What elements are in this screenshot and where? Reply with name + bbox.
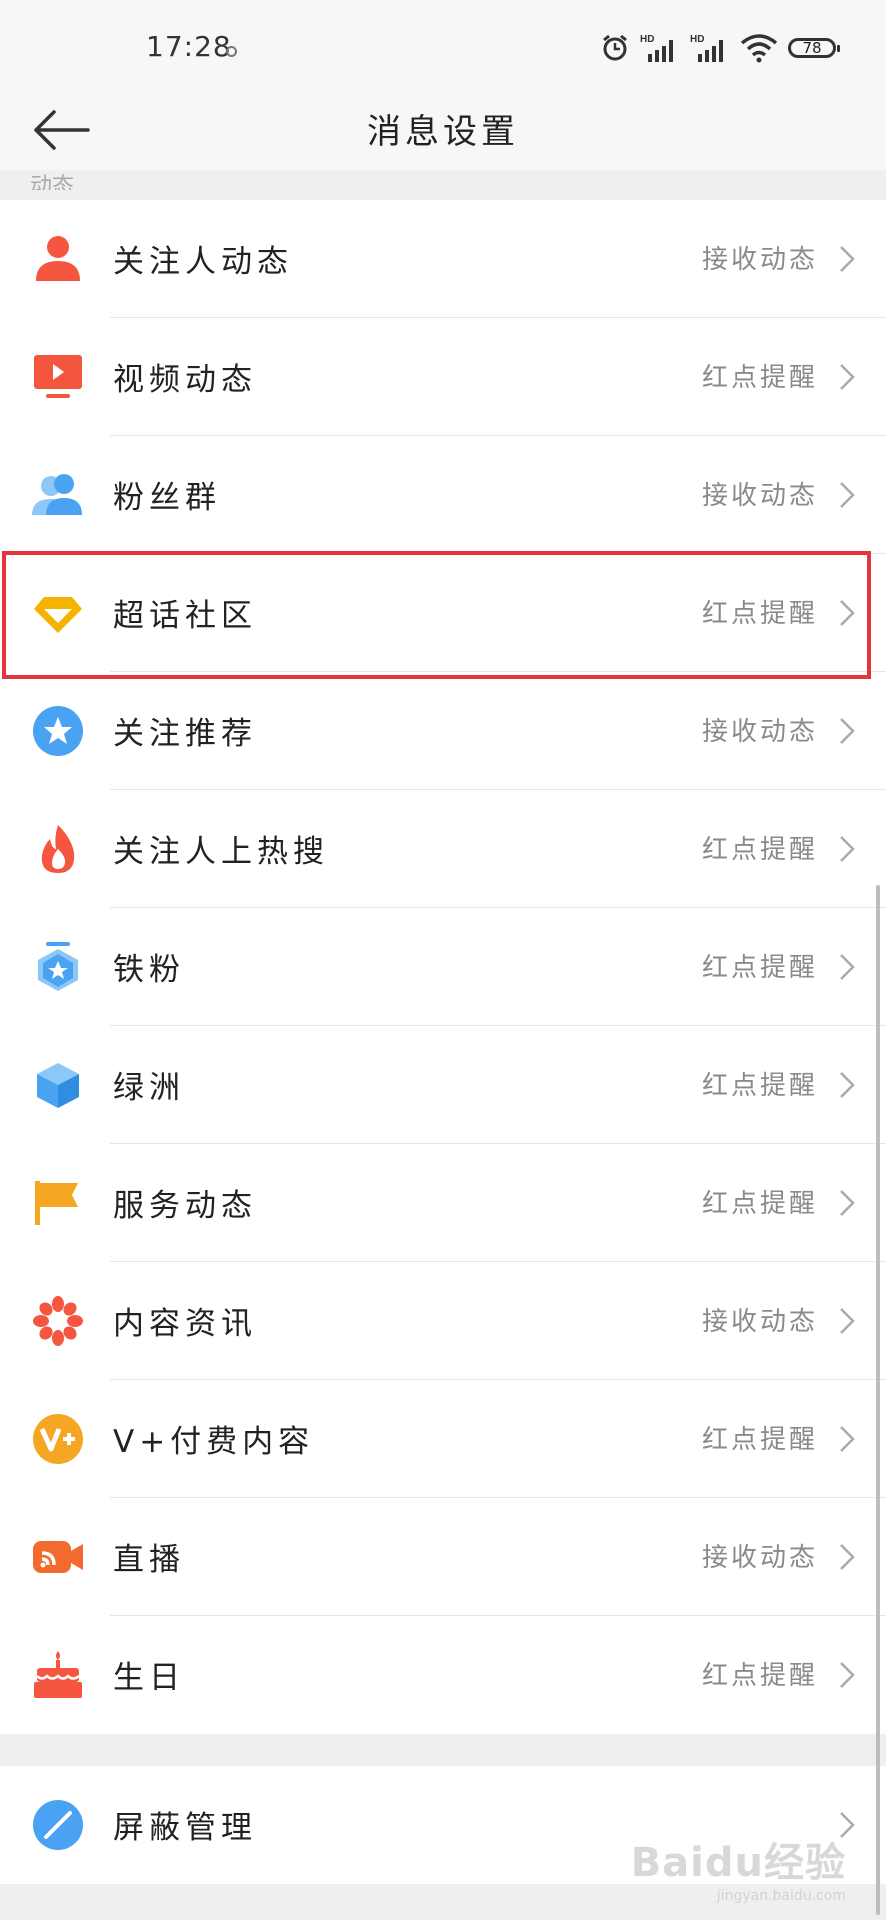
watermark-text: Baidu经验 (630, 1840, 846, 1886)
chevron-right-icon (840, 718, 855, 744)
flower-icon (33, 1296, 83, 1346)
list-item-vplus-paid-content[interactable]: V+付费内容 红点提醒 (0, 1380, 886, 1498)
item-value: 红点提醒 (701, 1071, 818, 1101)
item-value: 红点提醒 (701, 835, 818, 865)
item-value: 红点提醒 (701, 1189, 818, 1219)
list-item-live[interactable]: 直播 接收动态 (0, 1498, 886, 1616)
chevron-right-icon (840, 1072, 855, 1098)
watermark: Baidu经验 jingyan.baidu.com (631, 1830, 846, 1904)
section-label: 动态 (30, 174, 75, 190)
chevron-right-icon (840, 364, 855, 390)
live-camera-icon (33, 1541, 83, 1573)
status-icons: HD HD 78 (600, 30, 840, 66)
item-label: 生日 (113, 1660, 185, 1696)
item-value: 红点提醒 (701, 363, 818, 393)
chevron-right-icon (840, 1426, 855, 1452)
item-value: 接收动态 (701, 717, 818, 747)
nav-bar: 消息设置 (0, 100, 886, 171)
list-item-service-activity[interactable]: 服务动态 红点提醒 (0, 1144, 886, 1262)
cube-icon (37, 1063, 79, 1108)
chevron-right-icon (840, 246, 855, 272)
item-label: 直播 (113, 1542, 185, 1578)
item-value: 接收动态 (701, 1543, 818, 1573)
item-value: 接收动态 (701, 1307, 818, 1337)
svg-text:HD: HD (640, 34, 654, 45)
item-label: V+付费内容 (113, 1424, 315, 1460)
signal-icon-1: HD (640, 34, 673, 62)
sync-icon (226, 46, 237, 57)
item-label: 关注人动态 (113, 244, 293, 280)
block-icon (33, 1800, 83, 1850)
item-label: 粉丝群 (113, 480, 221, 516)
person-icon (36, 236, 80, 281)
list-item-content-news[interactable]: 内容资讯 接收动态 (0, 1262, 886, 1380)
list-item-fan-group[interactable]: 粉丝群 接收动态 (0, 436, 886, 554)
item-value: 红点提醒 (701, 1425, 818, 1455)
chevron-right-icon (840, 1662, 855, 1688)
chevron-right-icon (840, 482, 855, 508)
battery-level: 78 (802, 39, 822, 57)
vplus-icon (33, 1414, 83, 1464)
chevron-right-icon (840, 954, 855, 980)
list-item-follow-hot-search[interactable]: 关注人上热搜 红点提醒 (0, 790, 886, 908)
star-plus-icon (33, 706, 83, 756)
item-value: 接收动态 (701, 481, 818, 511)
page-title: 消息设置 (367, 112, 519, 152)
item-label: 关注推荐 (113, 716, 257, 752)
item-label: 视频动态 (113, 362, 257, 398)
item-value: 红点提醒 (701, 1661, 818, 1691)
iron-fan-badge-icon (38, 942, 78, 991)
list-item-follow-recommendation[interactable]: 关注推荐 接收动态 (0, 672, 886, 790)
video-screen-icon (34, 355, 82, 398)
notification-settings-list: 关注人动态 接收动态 视频动态 红点提醒 粉丝群 接收动态 超话社区 红点提醒 … (0, 200, 886, 1734)
chevron-right-icon (840, 1544, 855, 1570)
list-item-follow-activity[interactable]: 关注人动态 接收动态 (0, 200, 886, 318)
wifi-icon (740, 34, 778, 63)
item-label: 屏蔽管理 (113, 1810, 257, 1846)
flag-icon (35, 1181, 78, 1225)
list-item-oasis[interactable]: 绿洲 红点提醒 (0, 1026, 886, 1144)
list-item-iron-fan[interactable]: 铁粉 红点提醒 (0, 908, 886, 1026)
section-header (0, 170, 886, 200)
flame-icon (41, 825, 75, 873)
group-icon (32, 474, 82, 515)
cake-icon (34, 1651, 82, 1698)
item-label: 服务动态 (113, 1188, 257, 1224)
alarm-icon (603, 34, 627, 61)
item-value: 接收动态 (701, 245, 818, 275)
list-item-birthday[interactable]: 生日 红点提醒 (0, 1616, 886, 1734)
item-label: 关注人上热搜 (113, 834, 329, 870)
scrollbar[interactable] (876, 885, 880, 1915)
chevron-right-icon (840, 1308, 855, 1334)
item-label: 绿洲 (113, 1070, 185, 1106)
list-item-video-activity[interactable]: 视频动态 红点提醒 (0, 318, 886, 436)
signal-icon-2: HD (690, 34, 723, 62)
chevron-right-icon (840, 1190, 855, 1216)
status-time: 17:28 (146, 30, 232, 63)
item-label: 铁粉 (113, 952, 185, 988)
item-value: 红点提醒 (701, 953, 818, 983)
watermark-sub: jingyan.baidu.com (716, 1888, 846, 1904)
svg-text:HD: HD (690, 34, 704, 45)
status-bar: 17:28 HD HD 78 (0, 0, 886, 100)
battery-indicator: 78 (788, 38, 840, 58)
chevron-right-icon (840, 836, 855, 862)
highlight-box (2, 551, 871, 679)
item-label: 内容资讯 (113, 1306, 257, 1342)
